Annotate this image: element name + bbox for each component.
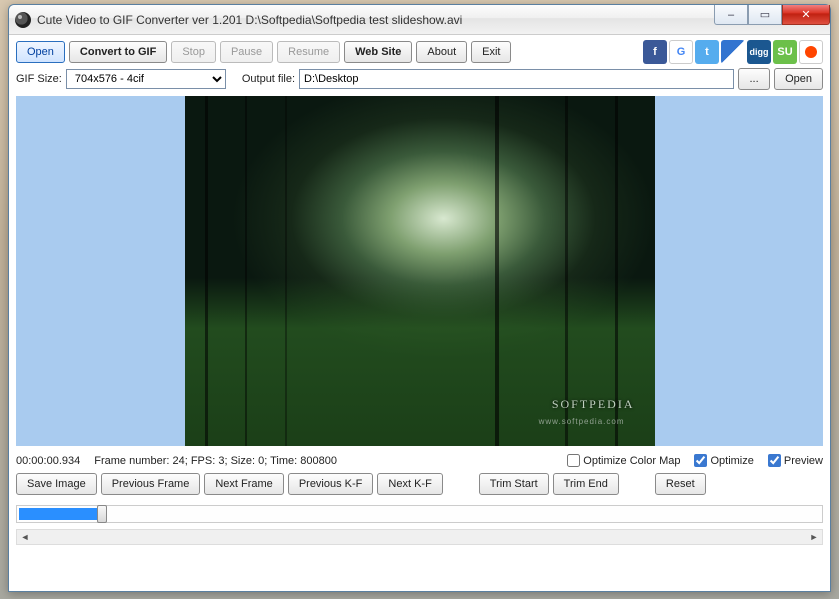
- trim-start-button[interactable]: Trim Start: [479, 473, 549, 495]
- preview-input[interactable]: [768, 454, 781, 467]
- digg-icon[interactable]: digg: [747, 40, 771, 64]
- optimize-input[interactable]: [694, 454, 707, 467]
- delicious-icon[interactable]: [721, 40, 745, 64]
- video-frame: SOFTPEDIA www.softpedia.com: [185, 96, 655, 446]
- maximize-button[interactable]: ▭: [748, 5, 782, 25]
- exit-button[interactable]: Exit: [471, 41, 511, 63]
- preview-checkbox[interactable]: Preview: [768, 454, 823, 467]
- output-file-input[interactable]: [299, 69, 734, 89]
- watermark-sub: www.softpedia.com: [539, 417, 625, 426]
- previous-frame-button[interactable]: Previous Frame: [101, 473, 201, 495]
- website-button[interactable]: Web Site: [344, 41, 412, 63]
- stumbleupon-icon[interactable]: SU: [773, 40, 797, 64]
- content-area: Open Convert to GIF Stop Pause Resume We…: [9, 35, 830, 591]
- window-title: Cute Video to GIF Converter ver 1.201 D:…: [37, 13, 462, 27]
- reset-button[interactable]: Reset: [655, 473, 706, 495]
- close-button[interactable]: ✕: [782, 5, 830, 25]
- output-file-label: Output file:: [242, 73, 295, 85]
- preview-area: SOFTPEDIA www.softpedia.com: [16, 96, 823, 446]
- reddit-icon[interactable]: [799, 40, 823, 64]
- pause-button[interactable]: Pause: [220, 41, 273, 63]
- next-frame-button[interactable]: Next Frame: [204, 473, 283, 495]
- open-button[interactable]: Open: [16, 41, 65, 63]
- slider-fill: [19, 508, 99, 520]
- social-icons: f G t digg SU: [643, 40, 823, 64]
- facebook-icon[interactable]: f: [643, 40, 667, 64]
- google-icon[interactable]: G: [669, 40, 693, 64]
- watermark-text: SOFTPEDIA: [552, 397, 635, 412]
- status-row: 00:00:00.934 Frame number: 24; FPS: 3; S…: [16, 454, 823, 467]
- optimize-colormap-checkbox[interactable]: Optimize Color Map: [567, 454, 680, 467]
- titlebar[interactable]: Cute Video to GIF Converter ver 1.201 D:…: [9, 5, 830, 35]
- optimize-checkbox[interactable]: Optimize: [694, 454, 753, 467]
- previous-keyframe-button[interactable]: Previous K-F: [288, 473, 374, 495]
- next-keyframe-button[interactable]: Next K-F: [377, 473, 442, 495]
- controls-row: Save Image Previous Frame Next Frame Pre…: [16, 473, 823, 495]
- scroll-right-icon[interactable]: ►: [806, 530, 822, 544]
- minimize-button[interactable]: –: [714, 5, 748, 25]
- trim-end-button[interactable]: Trim End: [553, 473, 619, 495]
- gif-size-label: GIF Size:: [16, 73, 62, 85]
- frame-info: Frame number: 24; FPS: 3; Size: 0; Time:…: [94, 455, 337, 467]
- app-icon: [15, 12, 31, 28]
- twitter-icon[interactable]: t: [695, 40, 719, 64]
- resume-button[interactable]: Resume: [277, 41, 340, 63]
- stop-button[interactable]: Stop: [171, 41, 216, 63]
- horizontal-scrollbar[interactable]: ◄ ►: [16, 529, 823, 545]
- optimize-colormap-input[interactable]: [567, 454, 580, 467]
- scroll-left-icon[interactable]: ◄: [17, 530, 33, 544]
- settings-row: GIF Size: 704x576 - 4cif Output file: ..…: [16, 68, 823, 90]
- save-image-button[interactable]: Save Image: [16, 473, 97, 495]
- toolbar-row: Open Convert to GIF Stop Pause Resume We…: [16, 40, 823, 64]
- about-button[interactable]: About: [416, 41, 467, 63]
- browse-button[interactable]: ...: [738, 68, 770, 90]
- app-window: Cute Video to GIF Converter ver 1.201 D:…: [8, 4, 831, 592]
- timecode: 00:00:00.934: [16, 455, 80, 467]
- output-open-button[interactable]: Open: [774, 68, 823, 90]
- frame-content: [185, 96, 655, 446]
- seek-slider[interactable]: [16, 505, 823, 523]
- gif-size-select[interactable]: 704x576 - 4cif: [66, 69, 226, 89]
- convert-button[interactable]: Convert to GIF: [69, 41, 167, 63]
- slider-thumb[interactable]: [97, 505, 107, 523]
